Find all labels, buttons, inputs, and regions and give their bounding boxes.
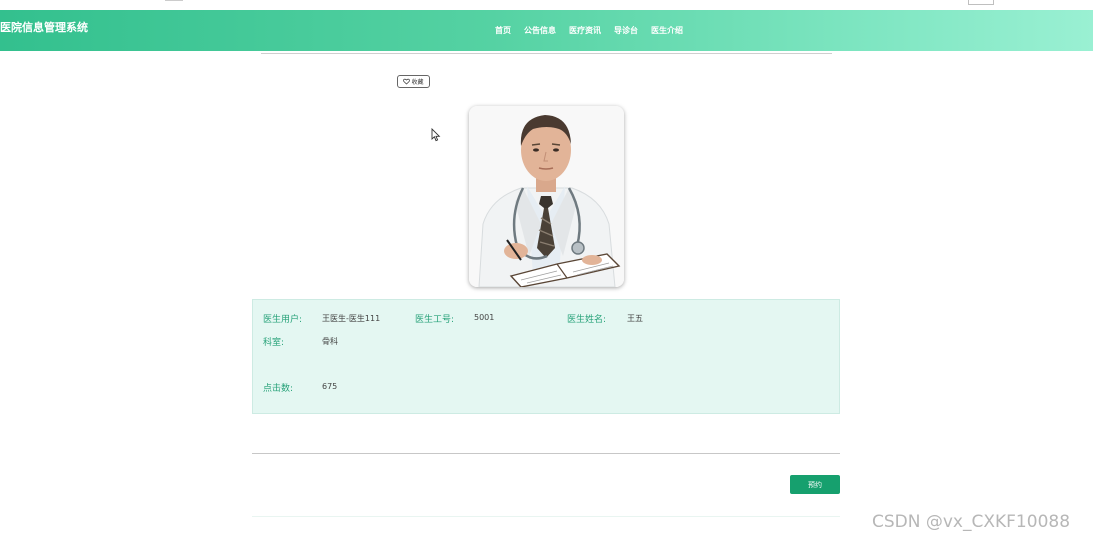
favorite-label: 收藏: [411, 79, 424, 86]
nav-item-doctors[interactable]: 医生介绍: [651, 25, 683, 36]
doctor-photo: [469, 106, 624, 287]
doctor-name-value: 王五: [627, 314, 643, 323]
doctor-user-value: 王医生-医生111: [322, 314, 381, 323]
content-divider: [252, 453, 840, 454]
bottom-divider: [252, 516, 840, 517]
top-divider-line: [261, 53, 832, 54]
header-bar: 医院信息管理系统 首页 公告信息 医疗资讯 导诊台 医生介绍: [0, 10, 1093, 51]
heart-icon: [403, 78, 411, 85]
doctor-id-value: 5001: [474, 313, 495, 322]
department-value: 骨科: [322, 337, 338, 346]
nav-item-home[interactable]: 首页: [495, 25, 511, 36]
nav-item-announcements[interactable]: 公告信息: [524, 25, 556, 36]
favorite-button[interactable]: 收藏: [397, 75, 430, 88]
book-appointment-button[interactable]: 预约: [790, 475, 840, 494]
watermark-text: CSDN @vx_CXKF10088: [872, 512, 1071, 532]
doctor-portrait-image: [469, 106, 624, 287]
top-strip: [0, 0, 1093, 10]
click-count-label: 点击数:: [263, 384, 294, 394]
top-divider: [165, 0, 183, 1]
doctor-id-label: 医生工号:: [415, 315, 455, 325]
doctor-user-label: 医生用户:: [263, 315, 303, 325]
nav-item-guide-desk[interactable]: 导诊台: [614, 25, 638, 36]
mouse-cursor-icon: [431, 128, 441, 142]
doctor-name-label: 医生姓名:: [567, 315, 607, 325]
top-box: [968, 0, 994, 5]
doctor-info-panel: 医生用户: 王医生-医生111 医生工号: 5001 医生姓名: 王五 科室: …: [252, 299, 840, 414]
nav-item-medical-news[interactable]: 医疗资讯: [569, 25, 601, 36]
main-nav: 首页 公告信息 医疗资讯 导诊台 医生介绍: [495, 25, 683, 36]
click-count-value: 675: [322, 382, 338, 391]
site-title: 医院信息管理系统: [0, 21, 88, 34]
department-label: 科室:: [263, 338, 285, 348]
